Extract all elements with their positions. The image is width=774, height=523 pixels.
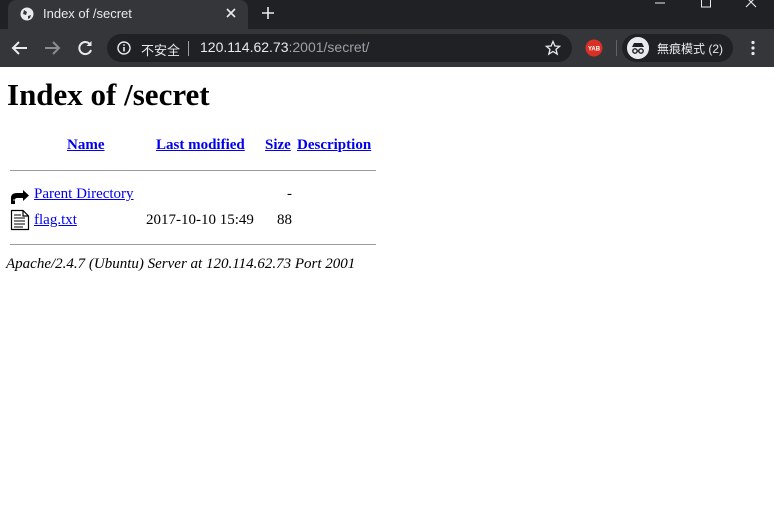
flag-file-link[interactable]: flag.txt [34,212,77,229]
back-arrow-icon[interactable] [11,39,29,57]
text-file-icon [10,209,30,231]
security-status[interactable]: 不安全 [141,40,180,59]
info-icon[interactable] [117,41,131,55]
tab-strip: Index of /secret [0,0,774,29]
globe-icon [20,7,34,21]
star-icon[interactable] [545,40,561,56]
plus-icon[interactable] [261,6,275,20]
incognito-icon [627,37,649,59]
extension-icon[interactable]: YAB [585,39,603,57]
column-header-name[interactable]: Name [67,137,105,154]
url-text[interactable]: 120.114.62.73:2001/secret/ [200,39,369,55]
row-size: 88 [277,212,292,228]
url-path: :2001/secret/ [288,39,370,55]
back-folder-icon [11,190,29,204]
window-close-icon[interactable] [744,0,758,10]
extension-badge-text: YAB [588,47,601,53]
url-host: 120.114.62.73 [200,39,289,55]
server-signature: Apache/2.4.7 (Ubuntu) Server at 120.114.… [6,256,356,272]
column-header-description[interactable]: Description [297,137,371,154]
parent-directory-link[interactable]: Parent Directory [34,186,134,203]
incognito-label: 無痕模式 (2) [657,42,724,56]
more-vert-icon[interactable] [746,40,760,56]
browser-toolbar: 不安全 120.114.62.73:2001/secret/ YAB 無痕模式 … [0,29,774,68]
incognito-button[interactable]: 無痕模式 (2) [622,34,733,62]
footer-divider [10,244,376,245]
reload-icon[interactable] [76,39,94,57]
toolbar-divider [616,40,617,56]
column-header-last-modified[interactable]: Last modified [156,137,245,154]
tab-title: Index of /secret [43,6,132,21]
column-header-size[interactable]: Size [265,137,291,154]
forward-arrow-icon[interactable] [43,39,61,57]
page-content: Index of /secret Name Last modified Size… [0,67,774,523]
row-last-modified: 2017-10-10 15:49 [146,212,254,228]
maximize-icon[interactable] [699,0,713,10]
browser-tab[interactable]: Index of /secret [8,0,248,29]
header-divider [10,170,376,171]
address-bar[interactable]: 不安全 120.114.62.73:2001/secret/ [107,34,572,62]
close-icon[interactable] [224,6,238,20]
omnibox-divider [188,41,189,56]
page-title: Index of /secret [7,77,210,112]
row-size: - [287,186,292,202]
minimize-icon[interactable] [653,0,667,10]
